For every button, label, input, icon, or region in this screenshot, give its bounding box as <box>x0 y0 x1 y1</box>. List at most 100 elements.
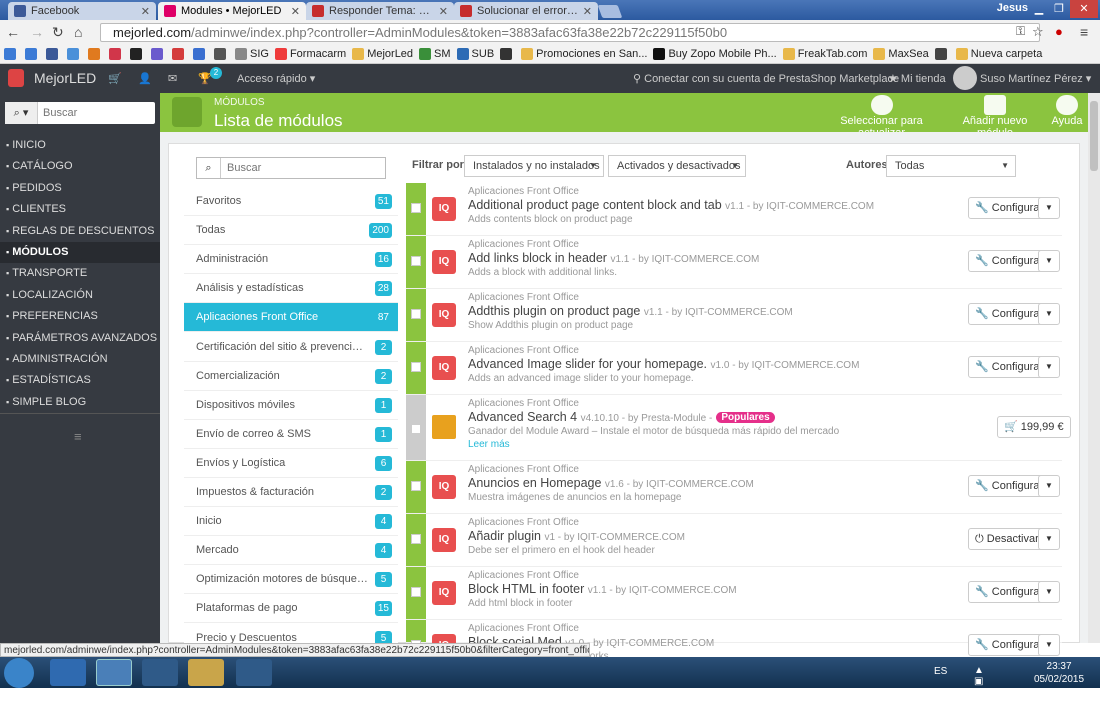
marketplace-link[interactable]: ⚲ Conectar con su cuenta de PrestaShop M… <box>633 72 899 85</box>
search-input[interactable] <box>43 105 148 121</box>
help-button[interactable]: Ayuda <box>1051 95 1083 127</box>
browser-tab[interactable]: Responder Tema: Errores c ✕ <box>306 2 454 20</box>
bookmark-item[interactable] <box>172 47 187 60</box>
enabled-filter-select[interactable]: Activados y desactivados ▼ <box>608 155 746 177</box>
bookmark-item[interactable] <box>88 47 103 60</box>
my-shop-link[interactable]: ★ Mi tienda <box>888 72 946 85</box>
category-item[interactable]: Optimización motores de búsqueda (S... 5 <box>184 565 398 595</box>
user-menu[interactable]: Suso Martínez Pérez ▾ <box>980 72 1091 85</box>
media-player-icon[interactable] <box>236 659 272 686</box>
dropdown-toggle[interactable]: ▼ <box>1038 528 1060 550</box>
module-checkbox[interactable] <box>411 256 421 266</box>
key-icon[interactable]: ⚿ <box>1016 24 1025 39</box>
menu-toggle-icon[interactable] <box>8 69 24 87</box>
category-item[interactable]: Inicio 4 <box>184 507 398 537</box>
category-item[interactable]: Análisis y estadísticas 28 <box>184 274 398 304</box>
module-checkbox[interactable] <box>411 587 421 597</box>
close-window-icon[interactable]: ✕ <box>1070 0 1098 18</box>
category-item[interactable]: Envíos y Logística 6 <box>184 448 398 478</box>
folder-icon[interactable] <box>188 659 224 686</box>
mail-icon[interactable]: ✉ <box>168 72 177 85</box>
bookmark-item[interactable] <box>934 47 950 60</box>
forward-icon[interactable]: → <box>30 24 44 40</box>
module-checkbox[interactable] <box>411 481 421 491</box>
bookmark-item[interactable]: MejorLed <box>352 47 413 60</box>
dropdown-toggle[interactable]: ▼ <box>1038 634 1060 656</box>
close-icon[interactable]: ✕ <box>583 5 592 18</box>
category-item[interactable]: Todas 200 <box>184 216 398 246</box>
category-item[interactable]: Aplicaciones Front Office 87 <box>184 303 398 333</box>
bookmark-item[interactable]: Formacarm <box>274 47 346 60</box>
browser-tab[interactable]: Facebook ✕ <box>8 2 156 20</box>
category-item[interactable]: Comercialización 2 <box>184 361 398 391</box>
start-button[interactable] <box>4 658 34 688</box>
bookmark-item[interactable]: Promociones en San... <box>521 47 647 60</box>
buy-button[interactable]: 🛒 199,99 € <box>997 416 1071 438</box>
category-item[interactable]: Envío de correo & SMS 1 <box>184 419 398 449</box>
shop-logo[interactable]: MejorLED <box>34 70 96 86</box>
bookmark-item[interactable] <box>67 47 82 60</box>
bookmark-item[interactable]: FreakTab.com <box>782 47 867 60</box>
category-search-input[interactable] <box>227 160 377 176</box>
bookmark-item[interactable] <box>25 47 40 60</box>
category-item[interactable]: Plataformas de pago 15 <box>184 594 398 624</box>
chrome-icon[interactable] <box>96 659 132 686</box>
category-item[interactable]: Dispositivos móviles 1 <box>184 390 398 420</box>
module-checkbox[interactable] <box>411 309 421 319</box>
module-action-button[interactable]: ⏻ Desactivar <box>968 528 1046 550</box>
authors-filter-select[interactable]: Todas ▼ <box>886 155 1016 177</box>
sidebar-item[interactable]: ▪ INICIO <box>0 135 160 156</box>
browser-tab-active[interactable]: Modules • MejorLED ✕ <box>158 2 306 20</box>
sidebar-item[interactable]: ▪ REGLAS DE DESCUENTOS <box>0 221 160 242</box>
category-item[interactable]: Impuestos & facturación 2 <box>184 478 398 507</box>
module-checkbox[interactable] <box>411 534 421 544</box>
sidebar-item[interactable]: ▪ CATÁLOGO <box>0 156 160 177</box>
category-item[interactable]: Mercado 4 <box>184 536 398 566</box>
quick-access-menu[interactable]: Acceso rápido ▾ <box>237 72 315 85</box>
reload-icon[interactable]: ↻ <box>52 24 64 41</box>
module-checkbox[interactable] <box>411 362 421 372</box>
bookmark-item[interactable] <box>193 47 208 60</box>
sidebar-item[interactable]: ▪ MÓDULOS <box>0 242 160 263</box>
breadcrumb[interactable]: MÓDULOS <box>214 97 265 108</box>
sidebar-item[interactable]: ▪ TRANSPORTE <box>0 263 160 284</box>
category-item[interactable]: Certificación del sitio & prevención del… <box>184 332 398 362</box>
clock[interactable]: 23:37 05/02/2015 <box>1034 660 1084 686</box>
address-bar[interactable]: mejorled.com/adminwe/index.php?controlle… <box>100 23 1040 42</box>
dropdown-toggle[interactable]: ▼ <box>1038 581 1060 603</box>
close-icon[interactable]: ✕ <box>141 5 150 18</box>
sidebar-item[interactable]: ▪ PEDIDOS <box>0 178 160 199</box>
dropdown-toggle[interactable]: ▼ <box>1038 197 1060 219</box>
menu-icon[interactable]: ≡ <box>1080 24 1088 40</box>
dropdown-toggle[interactable]: ▼ <box>1038 303 1060 325</box>
bookmark-item[interactable]: SM <box>419 47 451 60</box>
bookmark-item[interactable] <box>151 47 166 60</box>
ie-icon[interactable] <box>50 659 86 686</box>
maximize-icon[interactable]: ❐ <box>1048 0 1070 18</box>
browser-tab[interactable]: Solucionar el error "módu ✕ <box>454 2 598 20</box>
close-icon[interactable]: ✕ <box>291 5 300 18</box>
bookmark-item[interactable] <box>130 47 145 60</box>
sidebar-item[interactable]: ▪ ADMINISTRACIÓN <box>0 349 160 370</box>
minimize-icon[interactable]: ▁ <box>1028 0 1050 18</box>
tray-icons[interactable]: ▲ ▣ ▮ ◐ <box>974 665 984 709</box>
collapse-icon[interactable]: ≡ <box>74 429 82 444</box>
star-icon[interactable]: ☆ <box>1032 24 1044 40</box>
category-item[interactable]: Favoritos 51 <box>184 187 398 216</box>
sidebar-item[interactable]: ▪ PREFERENCIAS <box>0 306 160 327</box>
sidebar-item[interactable]: ▪ CLIENTES <box>0 199 160 220</box>
bookmark-item[interactable] <box>109 47 124 60</box>
dropdown-toggle[interactable]: ▼ <box>1038 356 1060 378</box>
search-icon[interactable]: ⌕ ▾ <box>5 102 38 124</box>
read-more-link[interactable]: Leer más <box>468 439 510 450</box>
extension-icon[interactable]: ● <box>1055 24 1063 39</box>
language-indicator[interactable]: ES <box>934 666 947 677</box>
new-tab-button[interactable] <box>597 5 623 18</box>
sidebar-item[interactable]: ▪ SIMPLE BLOG <box>0 392 160 413</box>
user-icon[interactable]: 👤 <box>138 72 152 85</box>
apps-icon[interactable] <box>142 659 178 686</box>
category-item[interactable]: Administración 16 <box>184 245 398 275</box>
installed-filter-select[interactable]: Instalados y no instalados ▼ <box>464 155 604 177</box>
sidebar-item[interactable]: ▪ PARÁMETROS AVANZADOS <box>0 328 160 349</box>
search-icon[interactable]: ⌕ <box>197 158 221 178</box>
